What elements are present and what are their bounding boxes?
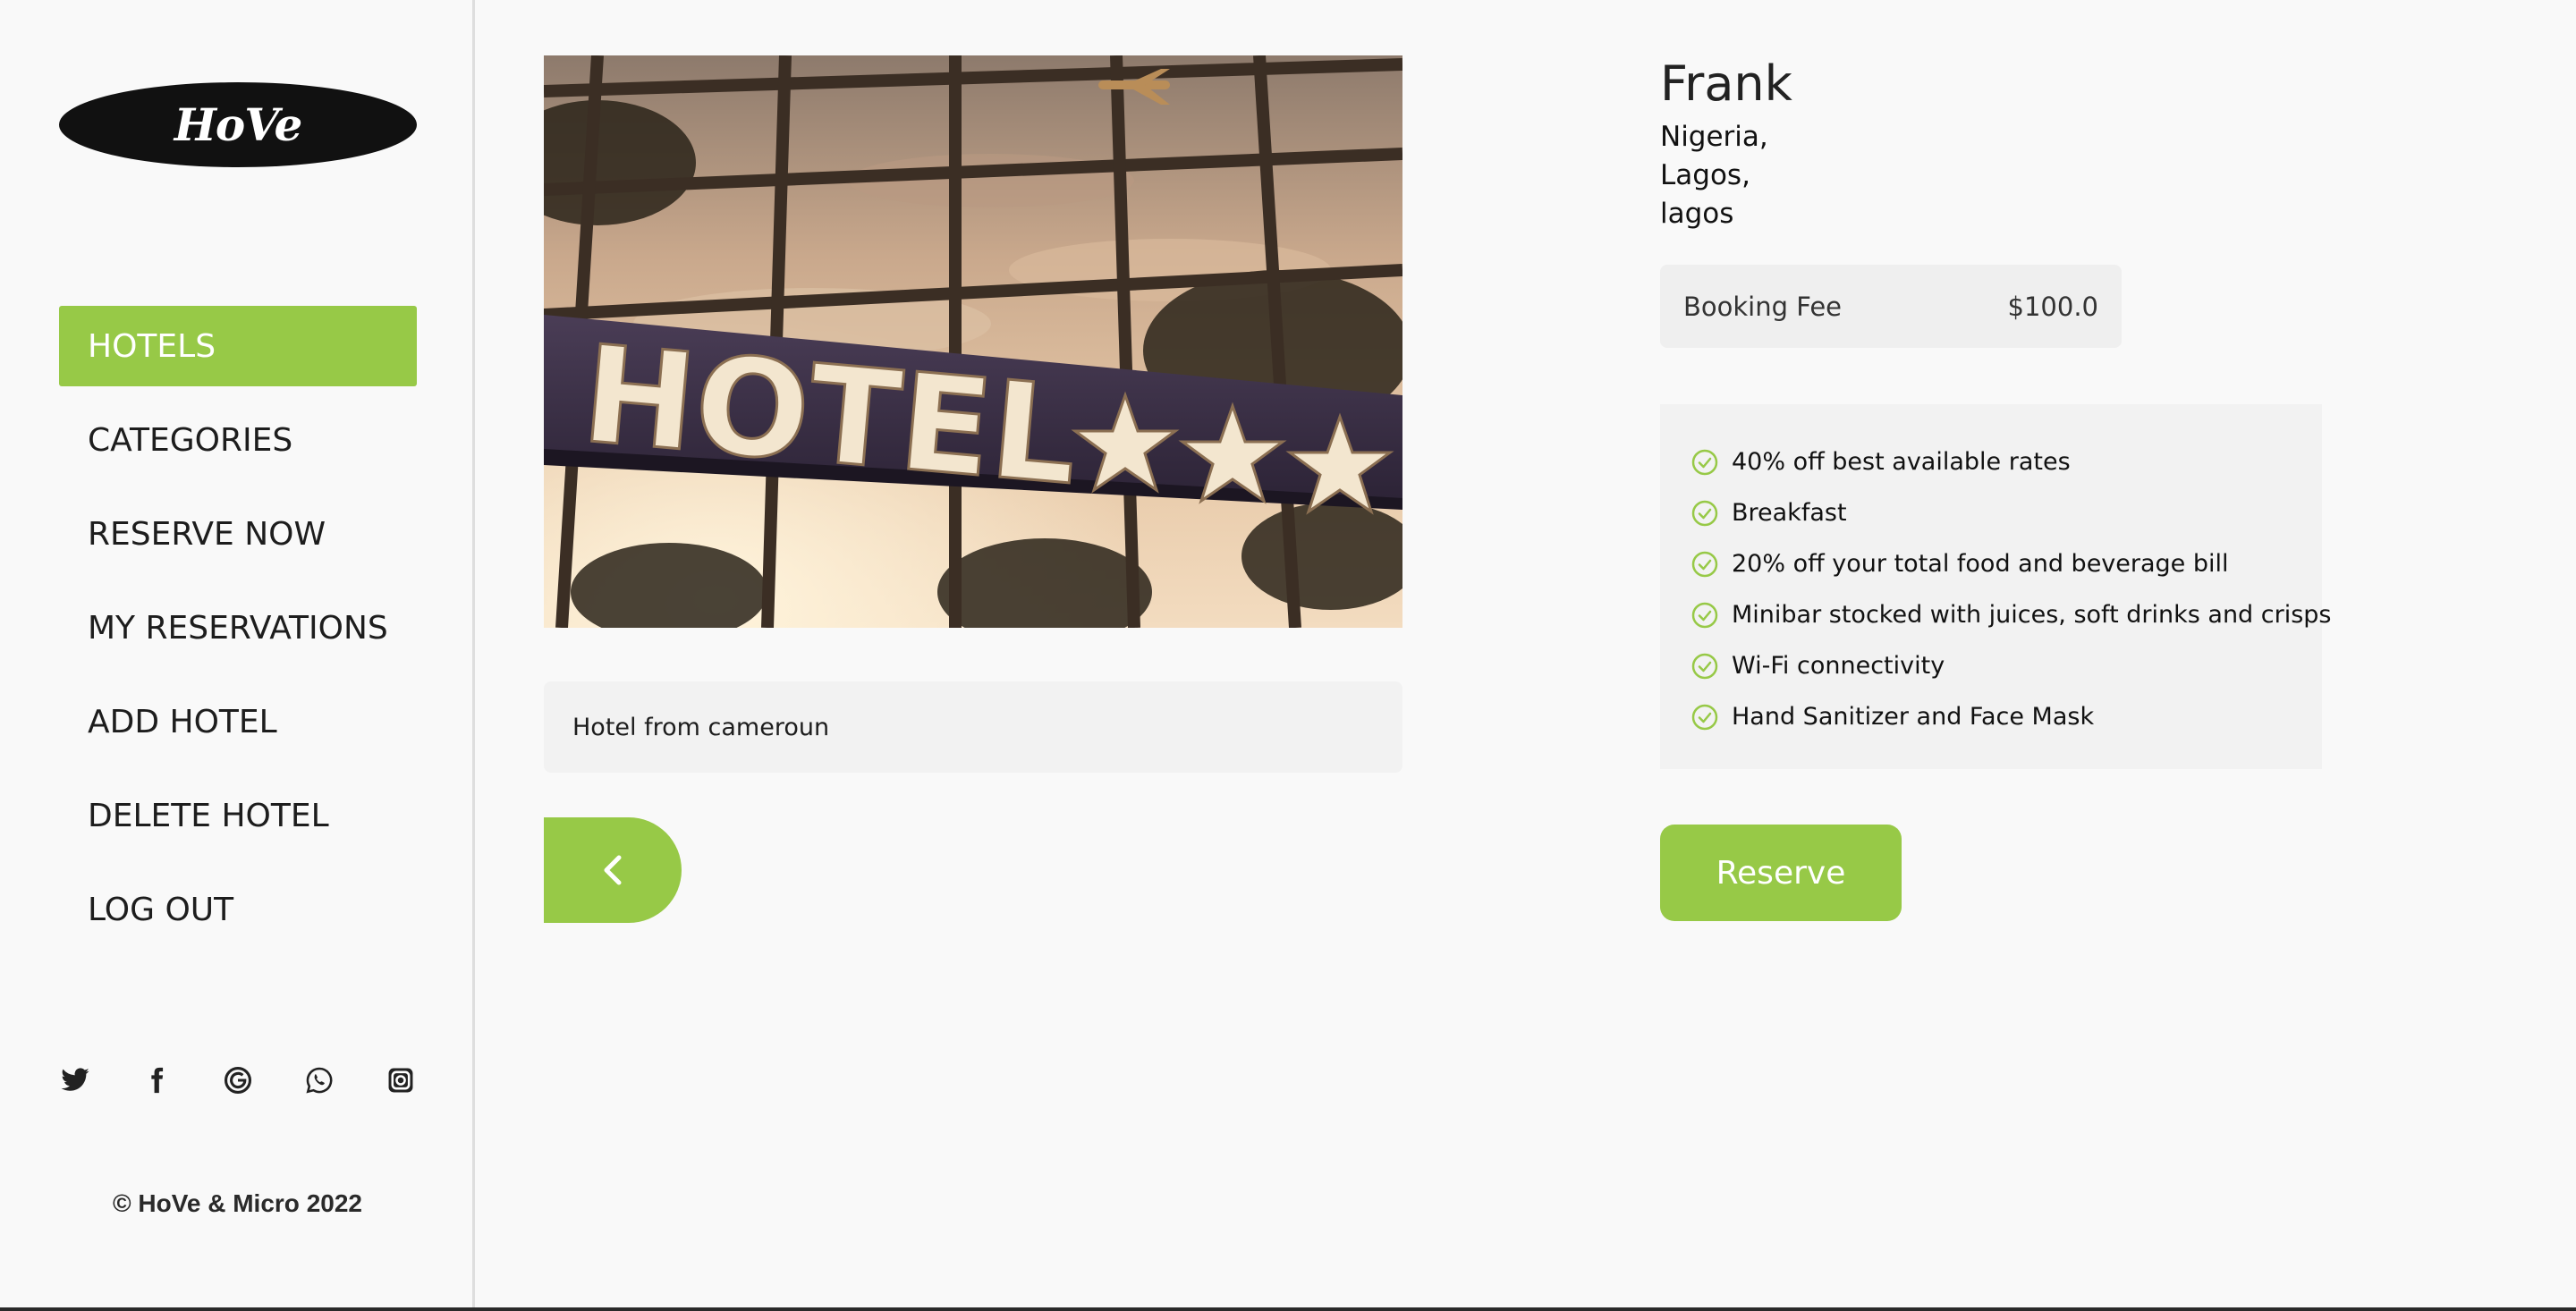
nav-item-log-out[interactable]: LOG OUT xyxy=(59,869,417,950)
location-country: Nigeria, xyxy=(1660,121,1768,153)
sidebar-nav: HOTELS CATEGORIES RESERVE NOW MY RESERVA… xyxy=(59,306,417,963)
nav-item-categories[interactable]: CATEGORIES xyxy=(59,400,417,480)
nav-item-my-reservations[interactable]: MY RESERVATIONS xyxy=(59,588,417,668)
nav-item-delete-hotel[interactable]: DELETE HOTEL xyxy=(59,775,417,856)
nav-item-add-hotel[interactable]: ADD HOTEL xyxy=(59,681,417,762)
booking-fee-box: Booking Fee $100.0 xyxy=(1660,265,2122,348)
instagram-icon[interactable] xyxy=(385,1064,417,1096)
perk-item: Breakfast xyxy=(1690,487,2322,538)
perk-item: 40% off best available rates xyxy=(1690,436,2322,487)
nav-item-reserve-now[interactable]: RESERVE NOW xyxy=(59,494,417,574)
facebook-icon[interactable] xyxy=(140,1064,173,1096)
perk-text: Minibar stocked with juices, soft drinks… xyxy=(1732,601,2332,629)
perk-item: Hand Sanitizer and Face Mask xyxy=(1690,691,2322,742)
logo[interactable]: HoVe xyxy=(59,82,417,167)
booking-fee-value: $100.0 xyxy=(2007,291,2098,322)
perk-text: 20% off your total food and beverage bil… xyxy=(1732,550,2229,578)
chevron-left-icon xyxy=(599,852,626,888)
google-icon[interactable] xyxy=(222,1064,254,1096)
twitter-icon[interactable] xyxy=(59,1064,91,1096)
perk-item: Wi-Fi connectivity xyxy=(1690,640,2322,691)
perk-text: Hand Sanitizer and Face Mask xyxy=(1732,703,2095,731)
app-root: HoVe HOTELS CATEGORIES RESERVE NOW MY RE… xyxy=(0,0,2576,1311)
reserve-button[interactable]: Reserve xyxy=(1660,825,1902,921)
check-circle-icon xyxy=(1690,550,1719,579)
perk-text: Breakfast xyxy=(1732,499,1847,527)
logo-text: HoVe xyxy=(174,98,303,151)
back-button[interactable] xyxy=(544,817,682,923)
check-circle-icon xyxy=(1690,652,1719,681)
hotel-name: Frank xyxy=(1660,55,1792,112)
sidebar: HoVe HOTELS CATEGORIES RESERVE NOW MY RE… xyxy=(0,0,475,1307)
social-links xyxy=(59,1064,417,1096)
booking-fee-label: Booking Fee xyxy=(1683,291,1843,322)
hotel-description: Hotel from cameroun xyxy=(544,681,1402,773)
hotel-image: HOTEL xyxy=(544,55,1402,628)
perk-item: Minibar stocked with juices, soft drinks… xyxy=(1690,589,2332,640)
check-circle-icon xyxy=(1690,601,1719,630)
nav-item-hotels[interactable]: HOTELS xyxy=(59,306,417,386)
perk-item: 20% off your total food and beverage bil… xyxy=(1690,538,2322,589)
check-circle-icon xyxy=(1690,448,1719,477)
location-city: lagos xyxy=(1660,198,1734,230)
check-circle-icon xyxy=(1690,703,1719,732)
perk-text: 40% off best available rates xyxy=(1732,448,2071,476)
window-bottom-border xyxy=(0,1307,2576,1311)
location-state: Lagos, xyxy=(1660,159,1750,191)
whatsapp-icon[interactable] xyxy=(303,1064,335,1096)
copyright: © HoVe & Micro 2022 xyxy=(113,1189,362,1217)
hotel-location: Nigeria, Lagos, lagos xyxy=(1660,118,1768,233)
perks-list: 40% off best available rates Breakfast 2… xyxy=(1660,404,2332,769)
perk-text: Wi-Fi connectivity xyxy=(1732,652,1945,680)
check-circle-icon xyxy=(1690,499,1719,528)
